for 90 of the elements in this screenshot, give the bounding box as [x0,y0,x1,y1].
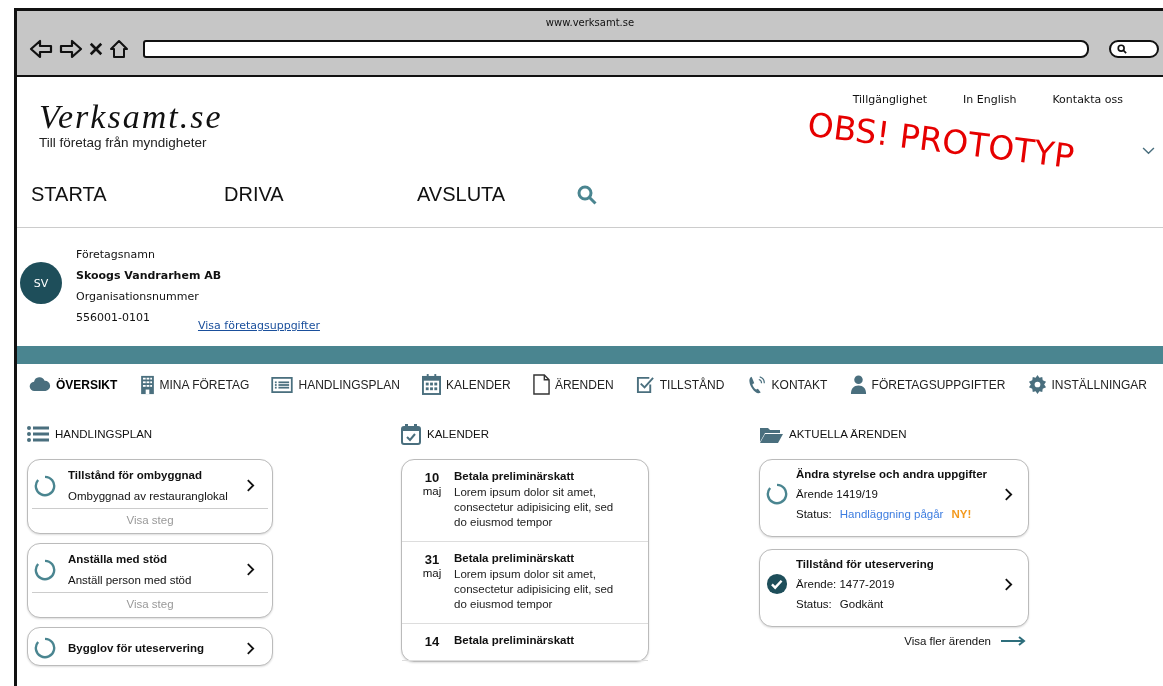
search-icon [1117,44,1127,54]
close-icon[interactable] [89,42,103,56]
checkbox-icon [635,375,655,394]
section-heading: AKTUELLA ÄRENDEN [789,428,907,440]
settings-icon [1027,375,1047,394]
header-link[interactable]: Tillgänglighet [852,93,927,106]
details-link[interactable]: Visa företagsuppgifter [197,319,320,332]
case-title: Ändra styrelse och andra uppgifter [796,468,989,480]
section-heading: HANDLINGSPLAN [55,428,153,440]
field-label: Företagsnamn [76,248,156,261]
person-icon [849,375,867,394]
field-label: Organisationsnummer [76,290,200,303]
event-day: 10 [424,470,440,485]
event-day: 14 [424,634,440,649]
tab[interactable]: ÖVERSIKT [29,374,118,395]
section-heading: KALENDER [427,428,489,440]
list-icon [27,426,49,442]
event-description: Lorem ipsum dolor sit amet, consectetur adipisicing elit, sed do eiusmod tempor [454,567,615,612]
event-description: Lorem ipsum dolor sit amet, consectetur adipisicing elit, sed do eiusmod tempor [454,485,615,530]
home-icon[interactable] [109,39,129,59]
list-icon [271,376,294,393]
tab[interactable]: HANDLINGSPLAN [271,374,400,395]
search-icon[interactable] [577,184,597,205]
status-label: Status: [796,508,832,520]
event-title: Betala preliminärskatt [454,634,576,646]
status-text: Godkänt [839,598,884,610]
tab[interactable]: FÖRETAGSUPPGIFTER [849,374,1006,395]
status-label: Status: [796,598,832,610]
company-name: Skoogs Vandrarhem AB [76,269,223,282]
progress-ring-icon [766,483,788,505]
tab[interactable]: TILLSTÅND [635,374,725,395]
logo-text[interactable]: Verksamt.se [39,99,223,135]
event-title: Betala preliminärskatt [454,470,576,482]
more-cases-link[interactable]: Visa fler ärenden [904,635,991,647]
card-title: Tillstånd för ombyggnad [68,469,203,481]
check-circle-icon [766,573,788,595]
address-bar[interactable] [143,40,1089,58]
progress-ring-icon [34,474,56,497]
event-month: maj [422,485,442,497]
tab[interactable]: INSTÄLLNINGAR [1027,374,1147,395]
plan-card[interactable]: Anställa med stöd Anställ person med stöd Visa steg [27,543,273,618]
status-text: Handläggning pågår [839,508,944,520]
prototype-label: OBS! PROTOTYP [805,104,1077,177]
nav-link[interactable]: AVSLUTA [417,183,577,206]
card-title: Anställa med stöd [68,553,169,565]
card-title: Bygglov för uteservering [68,642,206,654]
chevron-right-icon [1004,486,1013,502]
tab[interactable]: KONTAKT [746,374,828,395]
case-card[interactable]: Tillstånd för uteservering Ärende: 1477-2019 Status: Godkänt [759,549,1029,627]
back-icon[interactable] [29,39,53,59]
progress-ring-icon [34,637,56,659]
chevron-right-icon [246,640,255,656]
chevron-right-icon [246,478,255,493]
calendar-check-icon [401,423,421,445]
tab[interactable]: ÄRENDEN [532,374,614,395]
case-title: Tillstånd för uteservering [796,558,935,570]
nav-link[interactable]: DRIVA [224,183,417,206]
url-text: www.verksamt.se [544,16,636,30]
tab[interactable]: MINA FÖRETAG [139,374,250,395]
header-link[interactable]: Kontakta oss [1052,93,1123,106]
chevron-right-icon [1004,576,1013,592]
tab[interactable]: KALENDER [422,374,511,395]
arrow-right-icon [1001,636,1027,646]
chevron-down-icon[interactable] [1142,147,1155,156]
header-link[interactable]: In English [963,93,1017,106]
plan-card[interactable]: Tillstånd för ombyggnad Ombyggnad av restauranglokal Visa steg [27,459,273,534]
phone-icon [746,374,767,395]
case-card[interactable]: Ändra styrelse och andra uppgifter Ärende 1419/19 Status: Handläggning pågår NY! [759,459,1029,537]
cloud-icon [29,377,51,392]
case-number: Ärende 1419/19 [796,488,879,500]
event-day: 31 [424,552,440,567]
document-icon [532,374,550,395]
chevron-right-icon [246,562,255,577]
progress-ring-icon [34,558,56,581]
plan-card[interactable]: Bygglov för uteservering [27,627,273,666]
card-subtitle: Anställ person med stöd [68,574,193,586]
avatar: SV [20,262,62,304]
nav-link[interactable]: STARTA [31,183,224,206]
folder-icon [759,425,783,443]
building-icon [139,374,155,395]
card-subtitle: Ombyggnad av restauranglokal [68,490,229,502]
event-title: Betala preliminärskatt [454,552,576,564]
search-field[interactable] [1109,40,1159,58]
org-number: 556001-0101 [76,311,150,324]
event-month: maj [422,567,442,579]
calendar-icon [422,374,442,395]
new-label: NY! [951,508,972,520]
case-number: Ärende: 1477-2019 [796,578,896,590]
forward-icon[interactable] [59,39,83,59]
tagline: Till företag från myndigheter [39,135,207,150]
